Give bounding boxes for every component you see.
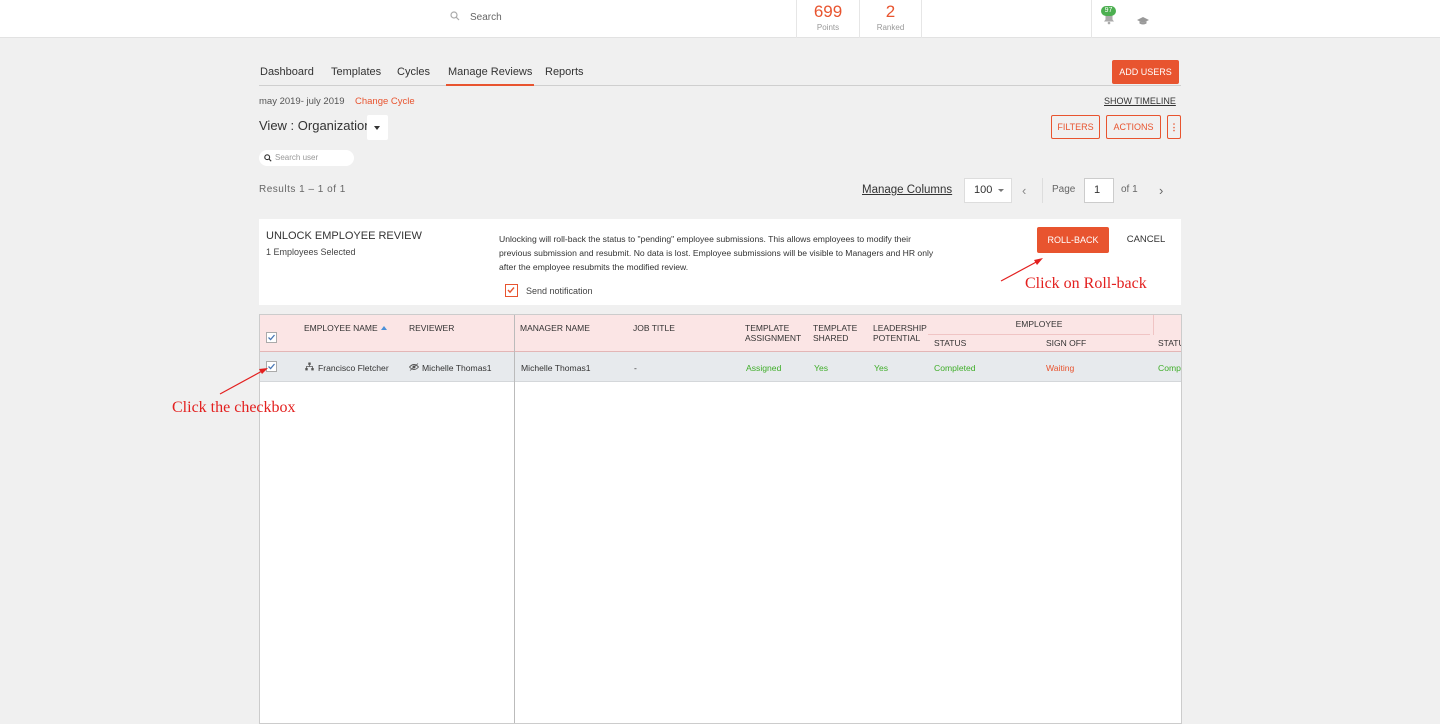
prev-page-icon[interactable]: ‹ [1022, 183, 1026, 198]
main-tabs: Dashboard Templates Cycles Manage Review… [259, 66, 1181, 86]
header-manager-name[interactable]: MANAGER NAME [520, 323, 590, 333]
sign-off-cell: Waiting [1046, 363, 1075, 373]
header-template-assignment-line1: TEMPLATE [745, 323, 790, 333]
frozen-column-divider [514, 315, 515, 723]
select-all-checkbox[interactable] [266, 332, 277, 343]
status-cell: Completed [934, 363, 976, 373]
filters-button[interactable]: FILTERS [1051, 115, 1100, 139]
page-number-input[interactable]: 1 [1084, 178, 1114, 203]
sort-ascending-icon [380, 326, 387, 330]
cancel-button[interactable]: CANCEL [1116, 227, 1176, 253]
header-template-shared-line1: TEMPLATE [813, 323, 858, 333]
header-employee-name-label: EMPLOYEE NAME [304, 323, 378, 333]
send-notification-label[interactable]: Send notification [526, 286, 593, 296]
header-status-2[interactable]: STATU [1158, 338, 1181, 348]
search-user-input[interactable]: Search user [259, 150, 354, 166]
next-column-group [1153, 315, 1181, 335]
page-label: Page [1052, 184, 1076, 195]
global-search[interactable]: Search [450, 11, 502, 24]
tab-templates[interactable]: Templates [331, 66, 381, 86]
search-icon [450, 11, 460, 24]
graduation-cap-icon[interactable] [1137, 13, 1149, 31]
eye-icon [408, 363, 420, 373]
header-leadership-line2: POTENTIAL [873, 333, 921, 343]
job-title-cell: - [634, 363, 637, 373]
points-stat[interactable]: 699 Points [796, 0, 859, 38]
ranked-label: Ranked [876, 23, 905, 32]
top-bar: Search 699 Points 2 Ranked 97 [0, 0, 1440, 38]
points-label: Points [816, 23, 840, 32]
more-options-button[interactable]: ⋮ [1167, 115, 1181, 139]
notification-badge: 97 [1101, 6, 1116, 16]
checkmark-icon [507, 287, 515, 294]
header-reviewer[interactable]: REVIEWER [409, 323, 454, 333]
checkmark-icon [268, 334, 275, 341]
tab-dashboard[interactable]: Dashboard [260, 66, 314, 86]
table-row[interactable]: Francisco Fletcher Michelle Thomas1 Mich… [260, 352, 1181, 382]
manage-columns-link[interactable]: Manage Columns [862, 184, 952, 196]
ranked-value: 2 [885, 2, 896, 21]
tab-cycles[interactable]: Cycles [397, 66, 430, 86]
show-timeline-link[interactable]: SHOW TIMELINE [1104, 96, 1176, 106]
checkbox-annotation: Click the checkbox [172, 399, 296, 416]
template-assignment-cell: Assigned [746, 363, 782, 373]
page-total: of 1 [1121, 184, 1138, 195]
cycle-range: may 2019- july 2019 [259, 96, 345, 107]
unlock-title: UNLOCK EMPLOYEE REVIEW [266, 230, 422, 242]
reviewer-cell[interactable]: Michelle Thomas1 [422, 363, 492, 373]
header-template-assignment[interactable]: TEMPLATE ASSIGNMENT [745, 323, 801, 343]
points-value: 699 [813, 2, 843, 21]
send-notification-checkbox[interactable] [505, 284, 518, 297]
header-employee-name[interactable]: EMPLOYEE NAME [304, 323, 387, 333]
employee-column-group: EMPLOYEE [928, 315, 1150, 335]
header-template-shared[interactable]: TEMPLATE SHARED [813, 323, 857, 343]
template-shared-cell: Yes [814, 363, 829, 373]
results-count: Results 1 – 1 of 1 [259, 184, 346, 195]
checkbox-arrow [219, 369, 265, 395]
ranked-stat[interactable]: 2 Ranked [859, 0, 922, 38]
reviews-grid: EMPLOYEE NAME REVIEWER MANAGER NAME JOB … [259, 314, 1182, 724]
search-placeholder[interactable]: Search [470, 12, 502, 23]
status-2-cell: Comp [1158, 363, 1181, 373]
manager-name-cell: Michelle Thomas1 [521, 363, 591, 373]
view-selector-label: View : Organization [259, 118, 372, 133]
per-page-select[interactable]: 100 [964, 178, 1012, 203]
header-sign-off[interactable]: SIGN OFF [1046, 338, 1086, 348]
header-job-title[interactable]: JOB TITLE [633, 323, 675, 333]
tab-reports[interactable]: Reports [545, 66, 584, 86]
leadership-potential-cell: Yes [874, 363, 889, 373]
header-employee-group: EMPLOYEE [1015, 319, 1063, 329]
tab-manage-reviews[interactable]: Manage Reviews [446, 66, 535, 86]
pager-divider [1042, 178, 1043, 203]
actions-button[interactable]: ACTIONS [1106, 115, 1161, 139]
unlock-description: Unlocking will roll-back the status to "… [499, 234, 934, 272]
rollback-button[interactable]: ROLL-BACK [1037, 227, 1109, 253]
row-checkbox[interactable] [266, 361, 277, 372]
grid-header-row: EMPLOYEE NAME REVIEWER MANAGER NAME JOB … [260, 315, 1181, 352]
checkmark-icon [268, 363, 275, 370]
selected-count: 1 Employees Selected [266, 247, 356, 257]
search-user-placeholder: Search user [275, 153, 319, 162]
next-page-icon[interactable]: › [1159, 183, 1163, 198]
header-template-shared-line2: SHARED [813, 333, 849, 343]
employee-name-cell[interactable]: Francisco Fletcher [318, 363, 389, 373]
search-icon [264, 154, 272, 162]
header-leadership-potential[interactable]: LEADERSHIP POTENTIAL [873, 323, 927, 343]
org-chart-icon [305, 362, 314, 373]
view-dropdown-button[interactable] [367, 115, 388, 140]
header-template-assignment-line2: ASSIGNMENT [745, 333, 802, 343]
header-leadership-line1: LEADERSHIP [873, 323, 927, 333]
add-users-button[interactable]: ADD USERS [1112, 60, 1179, 84]
rollback-annotation: Click on Roll-back [1025, 275, 1147, 292]
change-cycle-link[interactable]: Change Cycle [355, 96, 415, 107]
header-status[interactable]: STATUS [934, 338, 966, 348]
